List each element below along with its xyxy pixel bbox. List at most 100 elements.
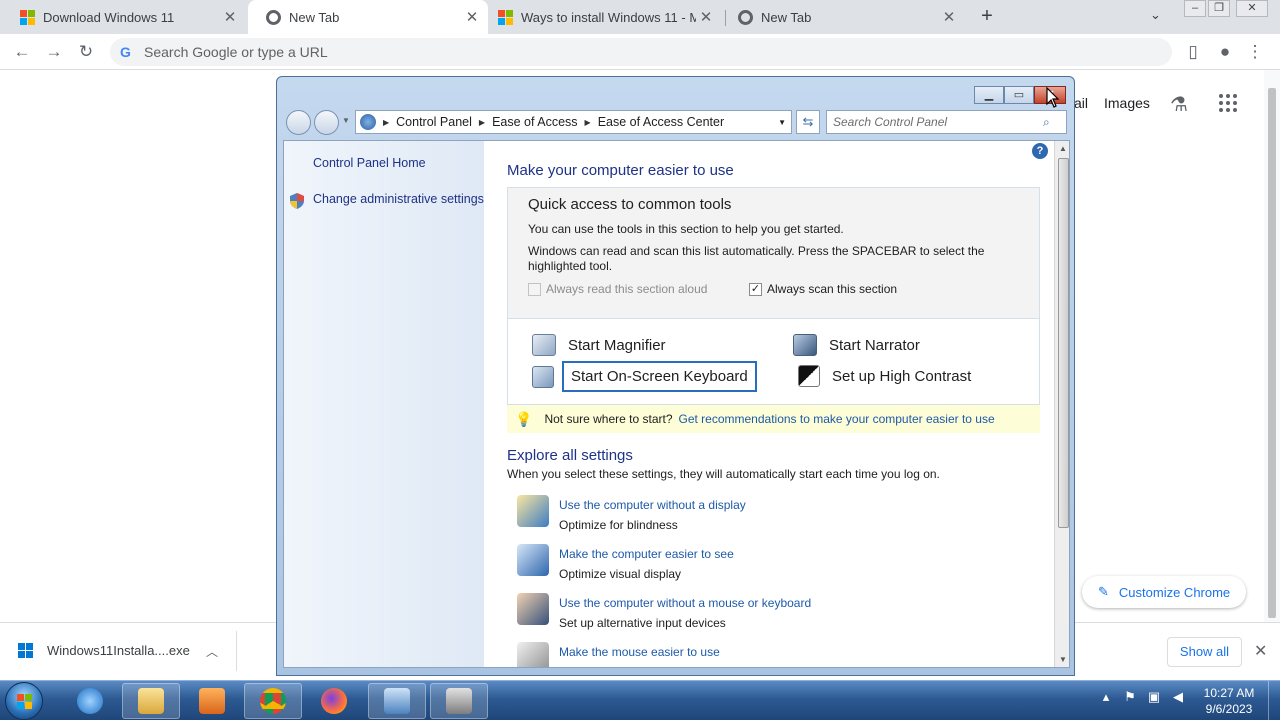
internet-explorer-button[interactable] <box>61 683 119 719</box>
media-player-icon <box>199 688 225 714</box>
forward-arrow-icon[interactable]: → <box>44 42 64 62</box>
breadcrumb-arrow-icon[interactable]: ▶ <box>383 118 389 127</box>
program-taskbar-button[interactable] <box>430 683 488 719</box>
menu-kebab-icon[interactable]: ⋮ <box>1245 42 1265 62</box>
setting-without-mouse-keyboard[interactable]: Use the computer without a mouse or keyb… <box>517 593 811 633</box>
search-input[interactable] <box>833 115 1043 129</box>
search-icon[interactable]: ⌕ <box>1043 115 1050 130</box>
chrome-taskbar-button[interactable] <box>244 683 302 719</box>
windows-flag-icon <box>17 694 32 709</box>
chevron-down-icon[interactable]: ⌄ <box>1150 7 1161 23</box>
control-panel-taskbar-button[interactable] <box>368 683 426 719</box>
scrollbar-thumb[interactable] <box>1058 158 1069 528</box>
file-explorer-button[interactable] <box>122 683 180 719</box>
person-icon <box>517 593 549 625</box>
download-item[interactable]: Windows11Installa....exe <box>18 643 190 658</box>
labs-flask-icon[interactable]: ⚗ <box>1170 92 1188 117</box>
setting-easier-to-see[interactable]: Make the computer easier to see Optimize… <box>517 544 734 584</box>
breadcrumb-ease-of-access[interactable]: Ease of Access <box>492 115 577 129</box>
restore-button[interactable]: ❐ <box>1208 0 1230 17</box>
system-clock[interactable]: 10:27 AM 9/6/2023 <box>1196 685 1262 717</box>
read-aloud-checkbox[interactable]: Always read this section aloud <box>528 282 707 296</box>
scan-label: Always scan this section <box>767 282 898 296</box>
firefox-button[interactable] <box>305 683 363 719</box>
tab-new-tab[interactable]: New Tab ✕ <box>720 0 965 34</box>
setting-link[interactable]: Make the mouse easier to use <box>559 642 720 662</box>
tab-new-tab-active[interactable]: New Tab ✕ <box>248 0 488 34</box>
setting-without-display[interactable]: Use the computer without a display Optim… <box>517 495 746 535</box>
high-contrast-tool[interactable]: Set up High Contrast <box>798 365 971 387</box>
close-icon[interactable]: ✕ <box>220 8 240 26</box>
setting-link[interactable]: Use the computer without a mouse or keyb… <box>559 593 811 613</box>
show-desktop-button[interactable] <box>1268 681 1280 720</box>
new-tab-button[interactable]: + <box>976 5 998 27</box>
close-icon[interactable]: ✕ <box>939 8 959 26</box>
back-arrow-icon[interactable]: ← <box>12 42 32 62</box>
start-narrator-tool[interactable]: Start Narrator <box>793 334 920 356</box>
network-icon[interactable]: ▣ <box>1146 689 1162 705</box>
tab-ways-to-install[interactable]: Ways to install Windows 11 - Mic ✕ <box>480 0 722 34</box>
tab-download-windows-11[interactable]: Download Windows 11 ✕ <box>2 0 246 34</box>
customize-chrome-label: Customize Chrome <box>1118 584 1231 600</box>
change-admin-settings-link[interactable]: Change administrative settings <box>313 192 484 206</box>
minimize-button[interactable]: ▁ <box>974 86 1004 104</box>
checkbox-box[interactable] <box>528 282 541 296</box>
scroll-down-icon[interactable]: ▼ <box>1059 655 1067 664</box>
show-all-button[interactable]: Show all <box>1167 637 1242 667</box>
setting-link[interactable]: Use the computer without a display <box>559 495 746 515</box>
forward-button[interactable] <box>314 110 339 135</box>
narrator-icon <box>793 334 817 356</box>
chevron-up-icon[interactable]: ︿ <box>206 643 218 660</box>
back-button[interactable] <box>286 110 311 135</box>
customize-chrome-button[interactable]: ✎ Customize Chrome <box>1082 576 1246 608</box>
control-panel-home-link[interactable]: Control Panel Home <box>313 156 426 170</box>
omnibox-input[interactable] <box>144 44 1044 60</box>
windows-logo-icon <box>498 9 513 25</box>
download-file-name: Windows11Installa....exe <box>47 643 190 658</box>
scan-checkbox[interactable]: ✓ Always scan this section <box>749 282 897 296</box>
media-player-button[interactable] <box>183 683 241 719</box>
show-hidden-icons-arrow[interactable]: ▴ <box>1098 689 1114 705</box>
start-button[interactable] <box>5 682 43 720</box>
reload-icon[interactable]: ↻ <box>76 42 96 62</box>
google-g-icon: G <box>120 44 131 60</box>
checkmark-icon[interactable]: ✓ <box>749 282 762 296</box>
setting-mouse-easier[interactable]: Make the mouse easier to use <box>517 642 720 667</box>
recommendations-link[interactable]: Get recommendations to make your compute… <box>679 412 995 426</box>
scrollbar-thumb[interactable] <box>1268 88 1276 618</box>
maximize-button[interactable]: ▭ <box>1004 86 1034 104</box>
images-link[interactable]: Images <box>1104 95 1150 111</box>
breadcrumb-arrow-icon[interactable]: ▶ <box>585 118 591 127</box>
scroll-up-icon[interactable]: ▲ <box>1059 144 1067 153</box>
profile-avatar-icon[interactable]: ● <box>1215 42 1235 62</box>
omnibox[interactable]: G <box>110 38 1172 66</box>
control-panel-search[interactable]: ⌕ <box>826 110 1067 134</box>
tool-label: Start Narrator <box>829 336 920 354</box>
breadcrumb-arrow-icon[interactable]: ▶ <box>479 118 485 127</box>
breadcrumb-control-panel[interactable]: Control Panel <box>396 115 472 129</box>
window-grid-icon <box>446 688 472 714</box>
control-panel-icon <box>384 688 410 714</box>
breadcrumb-ease-of-access-center[interactable]: Ease of Access Center <box>598 115 724 129</box>
minimize-button[interactable]: – <box>1184 0 1206 17</box>
recent-pages-dropdown[interactable]: ▼ <box>342 116 350 125</box>
start-on-screen-keyboard-tool[interactable]: Start On-Screen Keyboard <box>532 361 757 392</box>
gmail-link[interactable]: ail <box>1074 95 1088 111</box>
start-magnifier-tool[interactable]: Start Magnifier <box>532 334 666 356</box>
google-apps-icon[interactable] <box>1219 94 1237 112</box>
close-icon[interactable]: ✕ <box>462 8 482 26</box>
action-center-flag-icon[interactable]: ⚑ <box>1122 689 1138 705</box>
lightbulb-icon: 💡 <box>515 410 533 427</box>
close-icon[interactable]: ✕ <box>696 8 716 26</box>
content-scrollbar[interactable]: ▲ ▼ <box>1054 141 1069 667</box>
address-bar[interactable]: ▶ Control Panel ▶ Ease of Access ▶ Ease … <box>355 110 792 134</box>
help-icon[interactable]: ? <box>1032 143 1048 159</box>
refresh-button[interactable]: ⇆ <box>796 110 820 134</box>
page-scrollbar[interactable] <box>1264 70 1280 622</box>
window-close-button[interactable]: ✕ <box>1236 0 1268 17</box>
setting-link[interactable]: Make the computer easier to see <box>559 544 734 564</box>
close-icon[interactable]: ✕ <box>1254 641 1267 661</box>
side-panel-icon[interactable]: ▯ <box>1183 42 1203 62</box>
volume-muted-icon[interactable]: ◀ <box>1170 689 1186 705</box>
chevron-down-icon[interactable]: ▼ <box>778 118 786 127</box>
